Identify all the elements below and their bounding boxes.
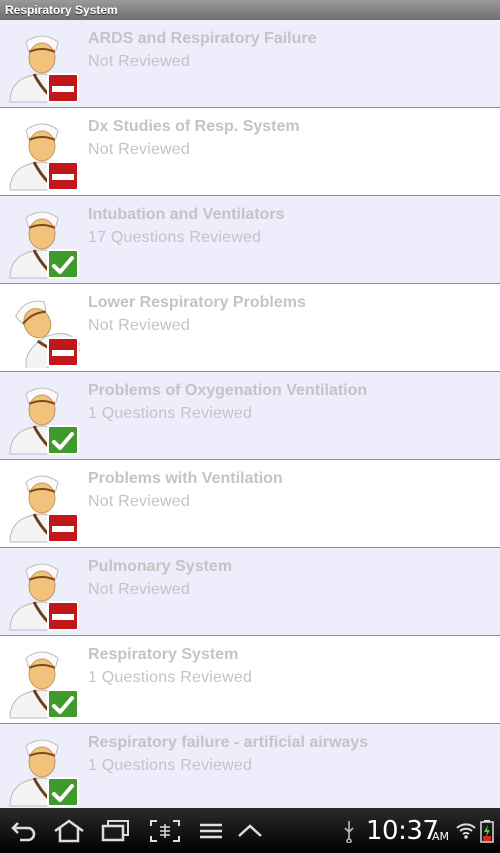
topic-title: Problems of Oxygenation Ventilation bbox=[88, 382, 368, 399]
nurse-avatar-icon bbox=[9, 211, 79, 279]
topic-row[interactable]: Dx Studies of Resp. System Not Reviewed bbox=[0, 108, 500, 196]
topic-row[interactable]: Respiratory failure - artificial airways… bbox=[0, 724, 500, 808]
topic-review-status: Not Reviewed bbox=[88, 53, 191, 70]
minus-icon bbox=[47, 73, 79, 103]
nurse-avatar-icon bbox=[9, 651, 79, 719]
wifi-icon bbox=[456, 823, 476, 839]
topic-review-status: 1 Questions Reviewed bbox=[88, 757, 253, 774]
clock-ampm: AM bbox=[432, 830, 450, 843]
minus-icon bbox=[47, 513, 79, 543]
topic-title: ARDS and Respiratory Failure bbox=[88, 30, 317, 47]
window-title: Respiratory System bbox=[0, 0, 500, 20]
battery-icon bbox=[480, 820, 494, 843]
topic-row[interactable]: Problems of Oxygenation Ventilation 1 Que… bbox=[0, 372, 500, 460]
nurse-avatar-icon bbox=[9, 739, 79, 807]
topic-title: Dx Studies of Resp. System bbox=[88, 118, 300, 135]
topic-title: Lower Respiratory Problems bbox=[88, 294, 306, 311]
usb-icon bbox=[344, 821, 354, 843]
topic-review-status: Not Reviewed bbox=[88, 141, 191, 158]
topic-review-status: 17 Questions Reviewed bbox=[88, 229, 262, 246]
back-icon[interactable] bbox=[10, 819, 38, 843]
minus-icon bbox=[47, 337, 79, 367]
topic-row[interactable]: Intubation and Ventilators 17 Questions R… bbox=[0, 196, 500, 284]
topic-title: Pulmonary System bbox=[88, 558, 233, 575]
topic-title: Respiratory failure - artificial airways bbox=[88, 734, 369, 751]
topic-title: Respiratory System bbox=[88, 646, 239, 663]
topic-review-status: 1 Questions Reviewed bbox=[88, 405, 253, 422]
screenshot-icon[interactable] bbox=[149, 819, 181, 843]
nurse-avatar-icon bbox=[9, 475, 79, 543]
topic-title: Problems with Ventilation bbox=[88, 470, 283, 487]
recent-apps-icon[interactable] bbox=[100, 819, 132, 843]
topic-row[interactable]: Lower Respiratory Problems Not Reviewed bbox=[0, 284, 500, 372]
topic-review-status: 1 Questions Reviewed bbox=[88, 669, 253, 686]
system-navigation-bar: 10:37 AM bbox=[0, 808, 500, 853]
topic-row[interactable]: ARDS and Respiratory Failure Not Reviewed bbox=[0, 20, 500, 108]
checkmark-icon bbox=[47, 249, 79, 279]
clock-time: 10:37 bbox=[366, 816, 439, 846]
nurse-avatar-icon bbox=[9, 563, 79, 631]
nurse-avatar-icon bbox=[15, 300, 80, 368]
menu-icon[interactable] bbox=[198, 819, 224, 843]
nurse-avatar-icon bbox=[9, 35, 79, 103]
topic-title: Intubation and Ventilators bbox=[88, 206, 285, 223]
topic-review-status: Not Reviewed bbox=[88, 493, 191, 510]
topic-list[interactable]: ARDS and Respiratory Failure Not Reviewed… bbox=[0, 20, 500, 808]
minus-icon bbox=[47, 161, 79, 191]
topic-review-status: Not Reviewed bbox=[88, 581, 191, 598]
home-icon[interactable] bbox=[52, 819, 86, 843]
topic-row[interactable]: Problems with Ventilation Not Reviewed bbox=[0, 460, 500, 548]
checkmark-icon bbox=[47, 777, 79, 807]
minus-icon bbox=[47, 601, 79, 631]
nurse-avatar-icon bbox=[9, 123, 79, 191]
topic-row[interactable]: Pulmonary System Not Reviewed bbox=[0, 548, 500, 636]
checkmark-icon bbox=[47, 689, 79, 719]
up-arrow-icon[interactable] bbox=[236, 819, 264, 843]
nurse-avatar-icon bbox=[9, 387, 79, 455]
topic-row[interactable]: Respiratory System 1 Questions Reviewed bbox=[0, 636, 500, 724]
checkmark-icon bbox=[47, 425, 79, 455]
topic-review-status: Not Reviewed bbox=[88, 317, 191, 334]
